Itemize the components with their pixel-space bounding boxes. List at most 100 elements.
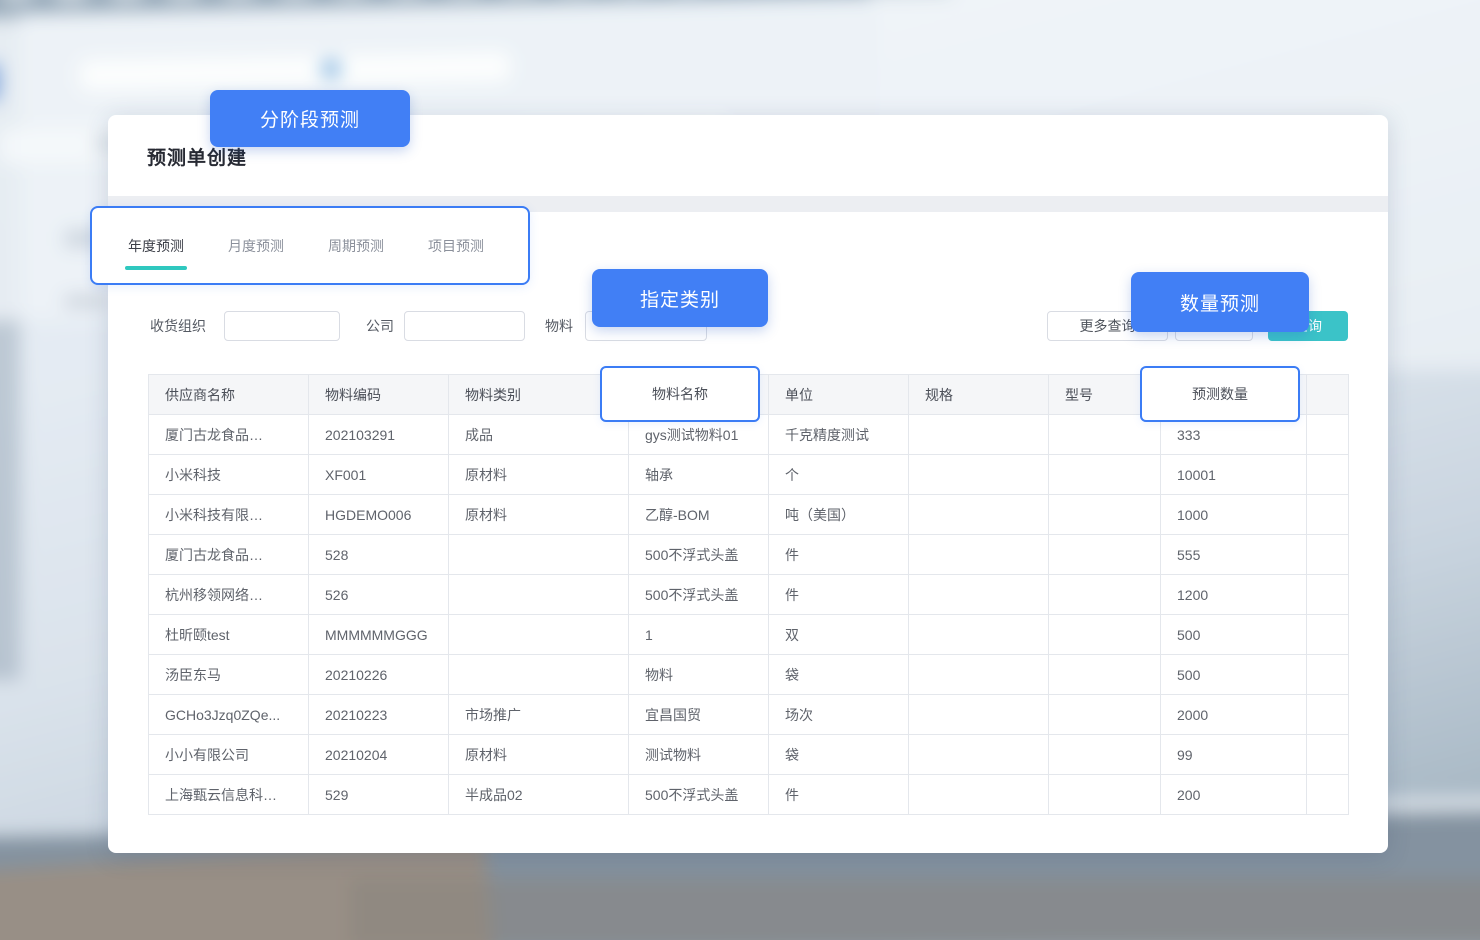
table-cell: 20210204 (309, 735, 449, 775)
table-row: GCHo3Jzq0ZQe...20210223市场推广宜昌国贸场次 2000 (149, 695, 1349, 735)
table-cell (1307, 775, 1349, 815)
table-cell: 乙醇-BOM (629, 495, 769, 535)
table-cell: 原材料 (449, 495, 629, 535)
table-cell: 529 (309, 775, 449, 815)
table-cell: 1200 (1161, 575, 1307, 615)
table-cell: 双 (769, 615, 909, 655)
table-cell (1307, 455, 1349, 495)
column-header (1307, 375, 1349, 415)
table-cell: 物料 (629, 655, 769, 695)
table-cell (449, 655, 629, 695)
table-cell (1307, 655, 1349, 695)
table-cell: 528 (309, 535, 449, 575)
table-cell: 500不浮式头盖 (629, 775, 769, 815)
table-cell: 件 (769, 575, 909, 615)
table-cell (1049, 655, 1161, 695)
table-row: 小小有限公司20210204原材料测试物料袋99 (149, 735, 1349, 775)
table-row: 上海甄云信息科…529半成品02500不浮式头盖件 200 (149, 775, 1349, 815)
table-cell (1049, 615, 1161, 655)
table-cell: 500 (1161, 615, 1307, 655)
tabs: 年度预测 月度预测 周期预测 项目预测 (92, 208, 528, 283)
table-row: 小米科技有限…HGDEMO006原材料乙醇-BOM吨（美国） 1000 (149, 495, 1349, 535)
table-cell: 件 (769, 535, 909, 575)
column-header: 物料编码 (309, 375, 449, 415)
receiving-org-label: 收货组织 (150, 311, 206, 341)
material-name-header-highlight: 物料名称 (600, 366, 760, 422)
table-row: 小米科技XF001原材料轴承个10001 (149, 455, 1349, 495)
table-cell: 500 (1161, 655, 1307, 695)
table-cell: 20210226 (309, 655, 449, 695)
column-header: 单位 (769, 375, 909, 415)
table-cell: 半成品02 (449, 775, 629, 815)
table-cell: 小小有限公司 (149, 735, 309, 775)
table-cell: 小米科技有限… (149, 495, 309, 535)
table-cell (1307, 535, 1349, 575)
tab-1[interactable]: 年度预测 (128, 236, 184, 256)
table-cell (449, 575, 629, 615)
table-cell (449, 615, 629, 655)
table-cell (909, 455, 1049, 495)
table-cell (1049, 495, 1161, 535)
table-cell: 千克精度测试 (769, 415, 909, 455)
table-cell: 2000 (1161, 695, 1307, 735)
material-label: 物料 (545, 311, 573, 341)
table-cell: 袋 (769, 655, 909, 695)
tab-4[interactable]: 项目预测 (428, 236, 484, 256)
table-cell (1307, 495, 1349, 535)
table-cell: 200 (1161, 775, 1307, 815)
table-cell: 测试物料 (629, 735, 769, 775)
table-row: 杭州移领网络…526500不浮式头盖件1200 (149, 575, 1349, 615)
table-cell: 1000 (1161, 495, 1307, 535)
table-cell (909, 575, 1049, 615)
tab-3[interactable]: 周期预测 (328, 236, 384, 256)
table-cell: 吨（美国） (769, 495, 909, 535)
table-cell (909, 655, 1049, 695)
screen: 预测单创建 收货组织 公司 物料 更多查询 查询 供应商名称物料编码物料类别物料… (0, 0, 1480, 940)
company-label: 公司 (366, 311, 394, 341)
table-cell (909, 535, 1049, 575)
forecast-qty-header-highlight: 预测数量 (1140, 366, 1300, 422)
table-cell: 宜昌国贸 (629, 695, 769, 735)
table-cell (1049, 775, 1161, 815)
column-header: 规格 (909, 375, 1049, 415)
table-cell: 上海甄云信息科… (149, 775, 309, 815)
table-cell (909, 415, 1049, 455)
quantity-forecast-badge: 数量预测 (1131, 272, 1309, 332)
table-cell (1049, 455, 1161, 495)
table-body: 厦门古龙食品…202103291成品gys测试物料01千克精度测试333小米科技… (149, 415, 1349, 815)
table-cell (1049, 735, 1161, 775)
table-cell: 件 (769, 775, 909, 815)
table-cell: 1 (629, 615, 769, 655)
table-row: 厦门古龙食品…528500不浮式头盖件555 (149, 535, 1349, 575)
table-cell: 厦门古龙食品… (149, 535, 309, 575)
company-input[interactable] (404, 311, 525, 341)
table-cell: 厦门古龙食品… (149, 415, 309, 455)
table-cell: 场次 (769, 695, 909, 735)
table-cell: 市场推广 (449, 695, 629, 735)
tabs-highlight-box: 年度预测 月度预测 周期预测 项目预测 (90, 206, 530, 285)
table-row: 汤臣东马20210226物料袋500 (149, 655, 1349, 695)
table-cell (1307, 615, 1349, 655)
tab-2[interactable]: 月度预测 (228, 236, 284, 256)
receiving-org-input[interactable] (224, 311, 340, 341)
table-cell: 原材料 (449, 455, 629, 495)
table-cell: 杭州移领网络… (149, 575, 309, 615)
page-title: 预测单创建 (147, 143, 247, 170)
table-cell (449, 535, 629, 575)
table-cell (909, 495, 1049, 535)
table-cell (1307, 735, 1349, 775)
table-cell (909, 775, 1049, 815)
table-cell (1307, 695, 1349, 735)
table-cell (1049, 575, 1161, 615)
table-cell: 杜昕颐test (149, 615, 309, 655)
table-cell: 500不浮式头盖 (629, 535, 769, 575)
table-cell: 10001 (1161, 455, 1307, 495)
table-cell: HGDEMO006 (309, 495, 449, 535)
table-cell: 轴承 (629, 455, 769, 495)
table-cell: 原材料 (449, 735, 629, 775)
table-cell: GCHo3Jzq0ZQe... (149, 695, 309, 735)
table-cell: 小米科技 (149, 455, 309, 495)
table-cell: 20210223 (309, 695, 449, 735)
table-cell (1049, 695, 1161, 735)
table-cell (1307, 415, 1349, 455)
